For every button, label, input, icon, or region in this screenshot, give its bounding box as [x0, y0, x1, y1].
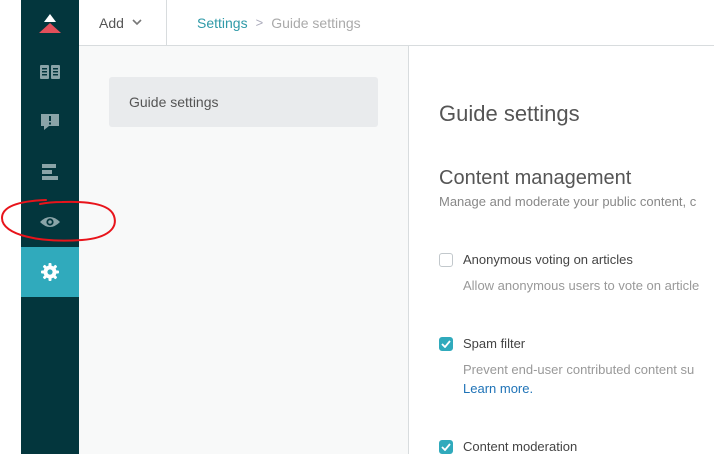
option-description: Allow anonymous users to vote on article — [463, 278, 700, 293]
add-button[interactable]: Add — [79, 0, 167, 45]
nav-item-knowledge-base[interactable] — [21, 47, 79, 97]
eye-icon — [40, 217, 60, 227]
breadcrumb-current: Guide settings — [271, 14, 361, 31]
option-content-moderation: Content moderation — [439, 439, 714, 454]
option-anonymous-voting: Anonymous voting on articles Allow anony… — [439, 252, 714, 295]
page-title: Guide settings — [439, 101, 580, 126]
logo-icon — [39, 14, 61, 33]
spam-filter-learn-more-link[interactable]: Learn more. — [463, 379, 714, 398]
breadcrumb-settings-link[interactable]: Settings — [197, 15, 248, 31]
check-icon — [441, 339, 451, 348]
anonymous-voting-checkbox[interactable] — [439, 252, 453, 267]
spam-filter-checkbox[interactable] — [439, 336, 453, 351]
breadcrumb: Settings > Guide settings — [197, 0, 361, 45]
section-title: Content management — [439, 167, 632, 189]
nav-item-moderation[interactable] — [21, 97, 79, 147]
option-spam-filter: Spam filter Prevent end-user contributed… — [439, 336, 714, 398]
section-description: Manage and moderate your public content,… — [439, 194, 697, 209]
settings-subnav: Guide settings — [79, 46, 409, 454]
settings-content: Guide settings Content management Manage… — [409, 46, 714, 454]
subnav-item-guide-settings[interactable]: Guide settings — [109, 77, 378, 127]
nav-item-arrange-content[interactable] — [21, 147, 79, 197]
content-moderation-checkbox[interactable] — [439, 439, 453, 454]
alert-comment-icon — [41, 114, 59, 130]
nav-item-settings[interactable] — [21, 247, 79, 297]
arrange-content-icon — [42, 164, 58, 180]
zendesk-guide-logo[interactable] — [21, 0, 79, 46]
chevron-down-icon — [132, 19, 142, 26]
option-label: Content moderation — [463, 439, 578, 454]
check-icon — [441, 442, 451, 451]
subnav-item-label: Guide settings — [129, 94, 219, 110]
window-edge — [0, 0, 21, 454]
gear-icon — [41, 263, 59, 281]
nav-item-customize-design[interactable] — [21, 197, 79, 247]
product-nav-rail — [21, 0, 79, 454]
option-label: Spam filter — [463, 336, 526, 351]
option-label: Anonymous voting on articles — [463, 252, 633, 267]
add-button-label: Add — [99, 14, 124, 31]
breadcrumb-separator: > — [255, 15, 264, 30]
top-bar: Add Settings > Guide settings — [79, 0, 714, 46]
option-description: Prevent end-user contributed content su — [463, 362, 695, 377]
book-icon — [40, 65, 60, 79]
